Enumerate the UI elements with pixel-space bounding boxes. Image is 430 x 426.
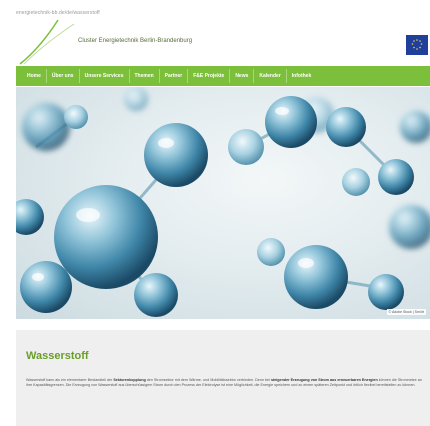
content-section: Wasserstoff Wasserstoff kann als ein ele… [16, 330, 430, 426]
nav-ueber-uns[interactable]: Über uns [47, 69, 80, 83]
body-text: Wasserstoff kann als ein elementarer Bes… [26, 378, 426, 388]
hero-image: © Adobe Stock | Sm4rt [16, 87, 430, 319]
photo-credit: © Adobe Stock | Sm4rt [386, 309, 426, 315]
nav-services[interactable]: Unsere Services [80, 69, 130, 83]
nav-partner[interactable]: Partner [160, 69, 189, 83]
text-bold-sektorenkopplung: Sektorenkopplung [113, 378, 146, 382]
molecule-illustration [16, 87, 430, 317]
text-part-1: Wasserstoff kann als ein elementarer Bes… [26, 378, 113, 382]
eu-flag-icon [406, 35, 428, 55]
logo-icon[interactable] [18, 18, 78, 66]
text-part-2: den Stromsektor mit dem Wärme- und Mobil… [146, 378, 270, 382]
nav-infothek[interactable]: Infothek [287, 69, 316, 83]
site-title[interactable]: Cluster Energietechnik Berlin-Brandenbur… [78, 38, 192, 44]
nav-themen[interactable]: Themen [130, 69, 160, 83]
nav-kalender[interactable]: Kalender [254, 69, 287, 83]
page-title: Wasserstoff [26, 350, 89, 362]
text-bold-erzeugung: steigender Erzeugung von Strom aus erneu… [270, 378, 378, 382]
nav-news[interactable]: News [230, 69, 255, 83]
nav-home[interactable]: Home [22, 69, 47, 83]
site-header: Cluster Energietechnik Berlin-Brandenbur… [16, 18, 430, 66]
nav-fe-projekte[interactable]: F&E Projekte [188, 69, 231, 83]
main-nav: Home Über uns Unsere Services Themen Par… [16, 66, 430, 86]
